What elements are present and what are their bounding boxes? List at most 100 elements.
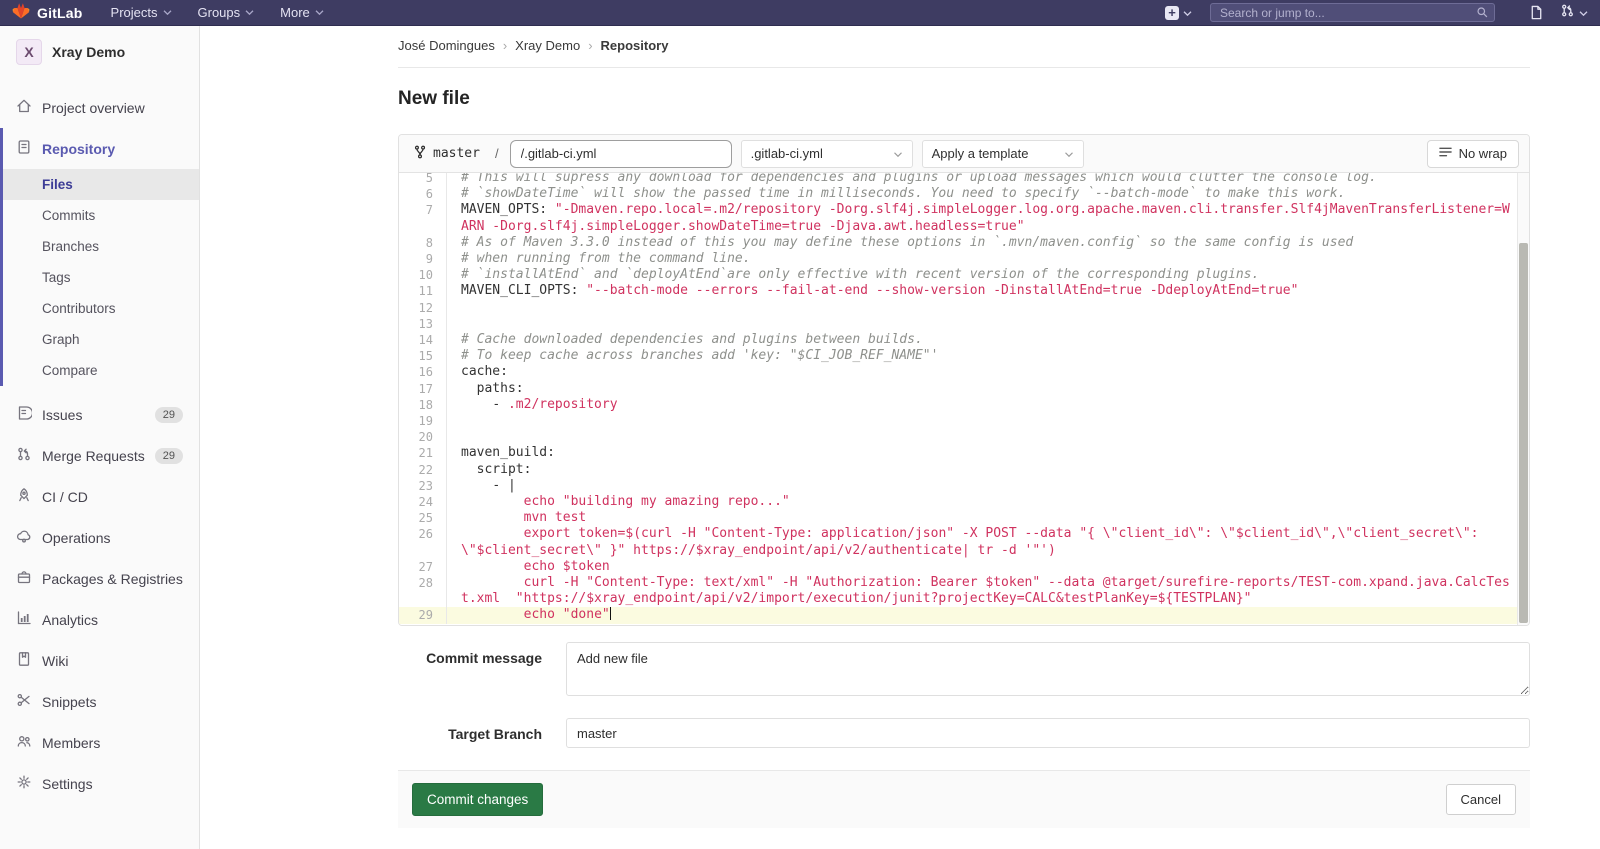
- code-line-text: [447, 413, 1517, 429]
- page-title: New file: [398, 88, 1530, 110]
- code-line-text: # `showDateTime` will show the passed ti…: [447, 186, 1517, 202]
- package-icon: [16, 569, 32, 588]
- chevron-down-icon: [1579, 4, 1588, 22]
- line-number: 16: [399, 364, 447, 380]
- target-branch-row: Target Branch: [398, 718, 1530, 748]
- line-number: 29: [399, 607, 447, 623]
- breadcrumb-repository: Repository: [601, 38, 669, 53]
- line-number: 25: [399, 510, 447, 526]
- code-line-text: # As of Maven 3.3.0 instead of this you …: [447, 235, 1517, 251]
- line-number: 18: [399, 397, 447, 413]
- breadcrumb-xray-demo[interactable]: Xray Demo: [515, 38, 580, 53]
- code-line-text: curl -H "Content-Type: text/xml" -H "Aut…: [447, 575, 1517, 607]
- code-line: 26 export token=$(curl -H "Content-Type:…: [399, 526, 1517, 558]
- search-icon: [1476, 6, 1489, 24]
- document-icon[interactable]: [1529, 5, 1544, 20]
- code-line: 20: [399, 429, 1517, 445]
- sidebar-subitem-branches[interactable]: Branches: [3, 231, 199, 262]
- sidebar-item-operations[interactable]: Operations: [0, 517, 199, 558]
- code-line-text: # To keep cache across branches add 'key…: [447, 348, 1517, 364]
- chevron-down-icon: [893, 146, 903, 161]
- file-type-select[interactable]: .gitlab-ci.yml: [741, 140, 913, 168]
- nav-menu-groups[interactable]: Groups: [198, 5, 255, 20]
- chevron-down-icon: [315, 9, 324, 16]
- code-line: 11MAVEN_CLI_OPTS: "--batch-mode --errors…: [399, 283, 1517, 299]
- breadcrumb-jos-domingues[interactable]: José Domingues: [398, 38, 495, 53]
- line-number: 5: [399, 173, 447, 186]
- line-number: 27: [399, 559, 447, 575]
- line-number: 17: [399, 381, 447, 397]
- sidebar-item-packages-registries[interactable]: Packages & Registries: [0, 558, 199, 599]
- sidebar-subitem-files[interactable]: Files: [3, 169, 199, 200]
- code-line: 18 - .m2/repository: [399, 397, 1517, 413]
- sidebar-subitem-contributors[interactable]: Contributors: [3, 293, 199, 324]
- top-navbar: GitLab Projects Groups More +: [0, 0, 1600, 26]
- apply-template-select[interactable]: Apply a template: [922, 140, 1084, 168]
- nav-menu-more[interactable]: More: [280, 5, 324, 20]
- line-number: 22: [399, 462, 447, 478]
- issues-icon: [16, 405, 32, 424]
- code-line-text: cache:: [447, 364, 1517, 380]
- breadcrumb-separator: ›: [503, 38, 507, 53]
- path-separator: /: [495, 146, 499, 161]
- line-number: 28: [399, 575, 447, 607]
- code-line-text: echo $token: [447, 559, 1517, 575]
- code-line: 22 script:: [399, 462, 1517, 478]
- branch-icon: [413, 145, 427, 163]
- code-line-text: export token=$(curl -H "Content-Type: ap…: [447, 526, 1517, 558]
- code-line: 19: [399, 413, 1517, 429]
- sidebar-subitem-commits[interactable]: Commits: [3, 200, 199, 231]
- gitlab-tanuki-icon: [12, 2, 30, 24]
- no-wrap-button[interactable]: No wrap: [1427, 140, 1519, 168]
- new-menu-button[interactable]: +: [1165, 4, 1192, 22]
- brand-name: GitLab: [37, 5, 83, 21]
- sidebar-item-members[interactable]: Members: [0, 722, 199, 763]
- sidebar-item-repository[interactable]: Repository: [3, 128, 199, 169]
- commit-changes-button[interactable]: Commit changes: [412, 783, 543, 816]
- code-line: 6# `showDateTime` will show the passed t…: [399, 186, 1517, 202]
- sidebar-item-label: Analytics: [42, 612, 183, 628]
- line-number: 11: [399, 283, 447, 299]
- code-line: 29 echo "done": [399, 607, 1517, 623]
- scissors-icon: [16, 692, 32, 711]
- line-number: 26: [399, 526, 447, 558]
- merge-request-menu[interactable]: [1560, 3, 1588, 23]
- sidebar-item-settings[interactable]: Settings: [0, 763, 199, 804]
- cancel-button[interactable]: Cancel: [1446, 784, 1516, 815]
- code-line: 14# Cache downloaded dependencies and pl…: [399, 332, 1517, 348]
- filename-input[interactable]: [510, 140, 732, 168]
- code-editor[interactable]: 5# This will supress any download for de…: [399, 173, 1529, 625]
- project-sidebar: X Xray Demo Project overview Repository Fi…: [0, 26, 200, 849]
- code-line-text: # Cache downloaded dependencies and plug…: [447, 332, 1517, 348]
- file-editor-panel: master / .gitlab-ci.yml Apply a template: [398, 134, 1530, 626]
- sidebar-subitem-compare[interactable]: Compare: [3, 355, 199, 386]
- sidebar-subitem-graph[interactable]: Graph: [3, 324, 199, 355]
- line-number: 15: [399, 348, 447, 364]
- target-branch-input[interactable]: [566, 718, 1530, 748]
- sidebar-item-wiki[interactable]: Wiki: [0, 640, 199, 681]
- project-header[interactable]: X Xray Demo: [0, 26, 199, 77]
- line-number: 9: [399, 251, 447, 267]
- sidebar-item-ci-cd[interactable]: CI / CD: [0, 476, 199, 517]
- commit-message-input[interactable]: Add new file: [566, 642, 1530, 696]
- nav-menu-projects[interactable]: Projects: [111, 5, 172, 20]
- sidebar-item-issues[interactable]: Issues29: [0, 394, 199, 435]
- scrollbar-thumb[interactable]: [1519, 243, 1528, 623]
- code-line: 10# `installAtEnd` and `deployAtEnd`are …: [399, 267, 1517, 283]
- search-input[interactable]: [1210, 3, 1495, 22]
- gitlab-home-link[interactable]: GitLab: [12, 2, 83, 24]
- sidebar-item-merge-requests[interactable]: Merge Requests29: [0, 435, 199, 476]
- sidebar-subitem-tags[interactable]: Tags: [3, 262, 199, 293]
- code-line-text: paths:: [447, 381, 1517, 397]
- sidebar-item-project-overview[interactable]: Project overview: [0, 87, 199, 128]
- sidebar-item-label: Snippets: [42, 694, 183, 710]
- sidebar-item-analytics[interactable]: Analytics: [0, 599, 199, 640]
- sidebar-item-label: Repository: [42, 141, 183, 157]
- code-line: 17 paths:: [399, 381, 1517, 397]
- sidebar-item-snippets[interactable]: Snippets: [0, 681, 199, 722]
- sidebar-item-label: Wiki: [42, 653, 183, 669]
- home-icon: [16, 98, 32, 117]
- project-name: Xray Demo: [52, 44, 125, 60]
- code-line-text: - .m2/repository: [447, 397, 1517, 413]
- code-line-text: # when running from the command line.: [447, 251, 1517, 267]
